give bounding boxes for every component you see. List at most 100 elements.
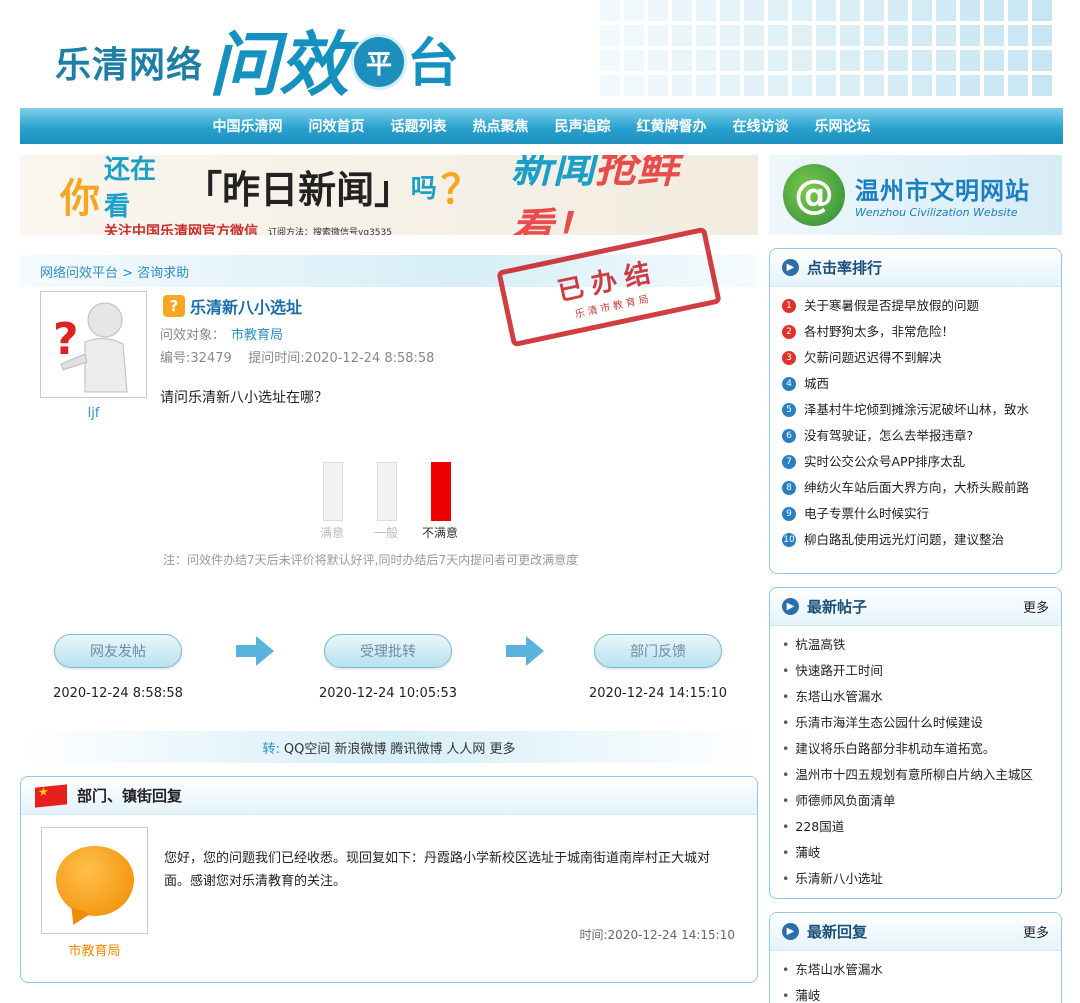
list-item[interactable]: • 东塔山水管漏水 — [782, 957, 1061, 983]
list-item[interactable]: • 东塔山水管漏水 — [782, 684, 1061, 710]
flow-step-accept[interactable]: 受理批转 — [324, 634, 452, 668]
header-tile — [768, 25, 788, 46]
breadcrumb[interactable]: 网络问效平台 > 咨询求助 — [40, 262, 189, 281]
rank-number: 9 — [782, 507, 796, 521]
list-item-text: 乐清市海洋生态公园什么时候建设 — [795, 715, 983, 730]
list-item[interactable]: • 快速路开工时间 — [782, 658, 1061, 684]
header-tile — [816, 25, 836, 46]
header-tile — [984, 25, 1004, 46]
list-item[interactable]: • 师德师风负面清单 — [782, 788, 1061, 814]
at-logo-icon: @ — [783, 164, 845, 226]
list-item[interactable]: • 建议将乐白路部分非机动车道拓宽。 — [782, 736, 1061, 762]
list-item-text: 实时公交公众号APP排序太乱 — [804, 454, 966, 469]
list-item[interactable]: 5 泽基村牛坨倾到摊涂污泥破坏山林，致水 — [782, 397, 1061, 423]
rating-label-neutral: 一般 — [374, 526, 399, 540]
latest-posts-more-link[interactable]: 更多 — [1023, 597, 1049, 616]
wenzhou-cn: 温州市文明网站 — [855, 177, 1030, 205]
reply-text: 您好，您的问题我们已经收悉。现回复如下：丹霞路小学新校区选址于城南街道南岸村正大… — [164, 851, 711, 889]
list-item[interactable]: • 蒲岐 — [782, 840, 1061, 866]
asker-name[interactable]: ljf — [40, 406, 147, 421]
post-title: 乐清新八小选址 — [190, 298, 303, 317]
rank-number: 1 — [782, 299, 796, 313]
header-tile — [984, 75, 1004, 96]
post-target-link[interactable]: 市教育局 — [231, 328, 283, 343]
flow-step-feedback[interactable]: 部门反馈 — [594, 634, 722, 668]
reply-header: 部门、镇街回复 — [21, 777, 757, 815]
post-question: 请问乐清新八小选址在哪？ — [160, 390, 328, 406]
nav-item[interactable]: 乐网论坛 — [802, 116, 884, 136]
share-target[interactable]: 新浪微博 — [334, 738, 386, 757]
list-item[interactable]: • 温州市十四五规划有意所柳白片纳入主城区 — [782, 762, 1061, 788]
list-item[interactable]: 1 关于寒暑假是否提早放假的问题 — [782, 293, 1061, 319]
list-item[interactable]: 9 电子专票什么时候实行 — [782, 501, 1061, 527]
completed-stamp: 已办结 乐清市教育局 — [496, 226, 722, 348]
list-item[interactable]: 3 欠薪问题迟迟得不到解决 — [782, 345, 1061, 371]
header-tile — [720, 75, 740, 96]
latest-replies-header: ▶ 最新回复 更多 — [770, 913, 1061, 951]
banner-ni: 你 — [60, 176, 100, 222]
list-item-text: 东塔山水管漏水 — [795, 962, 883, 977]
share-target[interactable]: 人人网 — [446, 738, 485, 757]
banner-hai: 还在看 — [104, 155, 157, 222]
header-tile — [960, 75, 980, 96]
site-logo[interactable]: 乐清网络 问效 平 台 — [55, 8, 459, 100]
list-item[interactable]: • 蒲岐 — [782, 983, 1061, 1003]
list-item[interactable]: 10 柳白路乱使用远光灯问题，建议整治 — [782, 527, 1061, 553]
header-tile — [792, 25, 812, 46]
list-item[interactable]: • 杭温高铁 — [782, 632, 1061, 658]
wenzhou-civilization-banner[interactable]: @ 温州市文明网站 Wenzhou Civilization Website — [769, 155, 1062, 235]
wechat-banner[interactable]: 你 还在看 「昨日新闻」 吗 ？ 关注中国乐清网官方微信 订阅方法：搜索微信号y… — [20, 155, 758, 235]
header-tile — [1008, 0, 1028, 21]
flow-step-post[interactable]: 网友发帖 — [54, 634, 182, 668]
list-item[interactable]: 2 各村野狗太多，非常危险！ — [782, 319, 1061, 345]
header-tile — [936, 0, 956, 21]
bullet-icon: • — [782, 741, 790, 756]
list-item-text: 建议将乐白路部分非机动车道拓宽。 — [795, 741, 996, 756]
nav-item[interactable]: 在线访谈 — [720, 116, 802, 136]
header-tile — [1032, 50, 1052, 71]
list-item[interactable]: 4 城西 — [782, 371, 1061, 397]
header-tile — [600, 0, 620, 21]
header-tile — [912, 50, 932, 71]
list-item-text: 关于寒暑假是否提早放假的问题 — [804, 298, 980, 313]
chevron-right-icon: ▶ — [782, 259, 799, 276]
rank-number: 4 — [782, 377, 796, 391]
header-tile — [936, 50, 956, 71]
list-item[interactable]: 8 绅纺火车站后面大界方向，大桥头殿前路 — [782, 475, 1061, 501]
header-tile — [1008, 75, 1028, 96]
latest-replies-more-link[interactable]: 更多 — [1023, 922, 1049, 941]
banner-question-mark: ？ — [440, 167, 481, 213]
reply-dept[interactable]: 市教育局 — [41, 940, 148, 959]
header-tile — [1008, 50, 1028, 71]
nav-item[interactable]: 中国乐清网 — [200, 116, 296, 136]
header-tile — [672, 25, 692, 46]
wenzhou-en: Wenzhou Civilization Website — [855, 206, 1018, 219]
rating-bar-satisfied[interactable] — [323, 462, 343, 521]
header-tile — [696, 50, 716, 71]
nav-item[interactable]: 问效首页 — [296, 116, 378, 136]
header-tile — [624, 50, 644, 71]
speech-bubble-icon — [55, 845, 134, 916]
question-icon: ? — [163, 295, 185, 317]
header-tile — [600, 75, 620, 96]
list-item-text: 城西 — [804, 376, 830, 391]
header-tile — [960, 50, 980, 71]
rating-bar-unsatisfied[interactable] — [431, 462, 451, 521]
list-item[interactable]: • 乐清市海洋生态公园什么时候建设 — [782, 710, 1061, 736]
share-target[interactable]: 腾讯微博 — [390, 738, 442, 757]
share-more-link[interactable]: 更多 — [489, 738, 515, 757]
list-item[interactable]: • 228国道 — [782, 814, 1061, 840]
rating-bar-neutral[interactable] — [377, 462, 397, 521]
nav-item[interactable]: 民声追踪 — [542, 116, 624, 136]
nav-item[interactable]: 红黄牌督办 — [624, 116, 720, 136]
list-item-text: 师德师风负面清单 — [795, 793, 896, 808]
nav-item[interactable]: 话题列表 — [378, 116, 460, 136]
nav-item[interactable]: 热点聚焦 — [460, 116, 542, 136]
department-reply-box: 部门、镇街回复 市教育局 您好，您的问题我们已经收悉。现回复如下：丹霞路小学新校… — [20, 776, 758, 983]
list-item[interactable]: • 乐清新八小选址 — [782, 866, 1061, 892]
list-item[interactable]: 7 实时公交公众号APP排序太乱 — [782, 449, 1061, 475]
header-tile — [840, 75, 860, 96]
list-item[interactable]: 6 没有驾驶证，怎么去举报违章? — [782, 423, 1061, 449]
header-tile — [744, 75, 764, 96]
share-target[interactable]: QQ空间 — [284, 738, 330, 757]
